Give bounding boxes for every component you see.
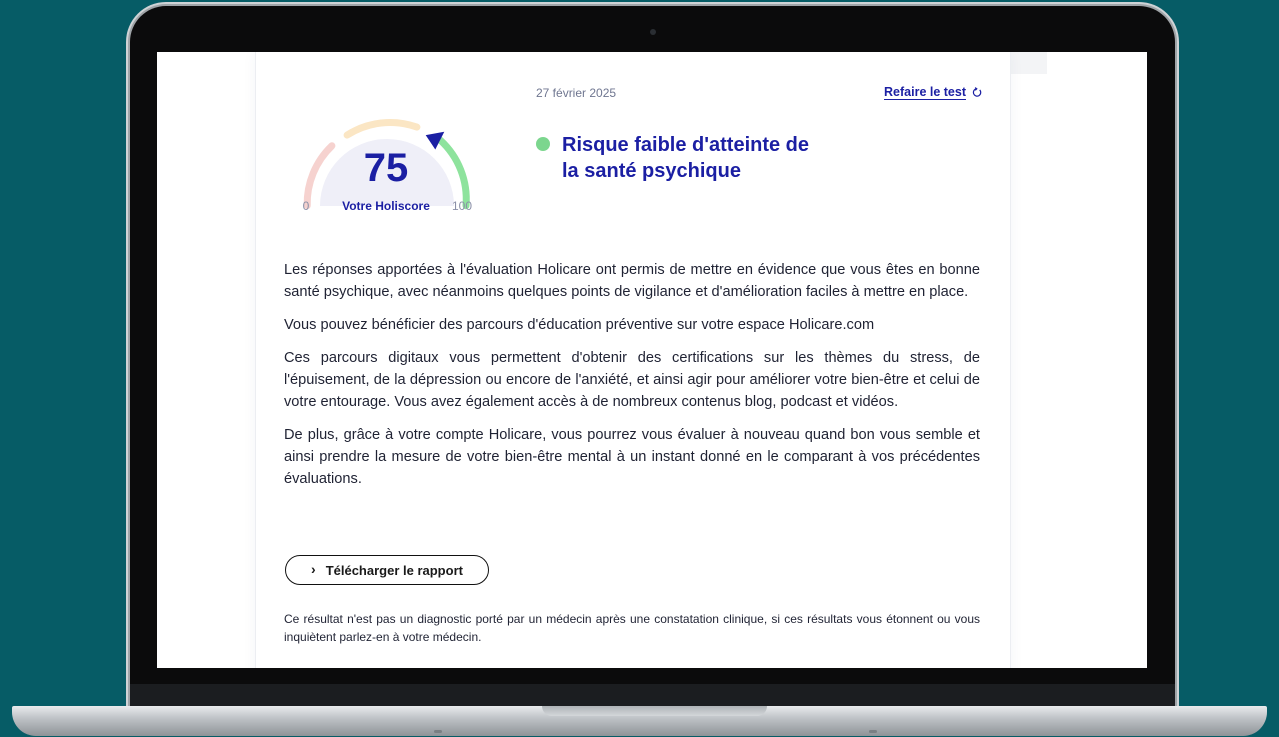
retake-test-link[interactable]: Refaire le test <box>884 85 982 99</box>
laptop-foot <box>869 730 877 733</box>
result-card: 75 0 Votre Holiscore 100 27 février 2025… <box>255 52 1011 668</box>
laptop-foot <box>434 730 442 733</box>
disclaimer: Ce résultat n'est pas un diagnostic port… <box>284 612 980 644</box>
scroll-area-edge <box>1009 52 1047 74</box>
download-label: Télécharger le rapport <box>325 562 463 578</box>
paragraph: Vous pouvez bénéficier des parcours d'éd… <box>284 317 875 333</box>
laptop-base <box>12 706 1267 736</box>
scale-min: 0 <box>303 199 310 213</box>
result-description: Les réponses apportées à l'évaluation Ho… <box>284 259 980 501</box>
laptop-frame: 75 0 Votre Holiscore 100 27 février 2025… <box>130 6 1175 711</box>
paragraph: Les réponses apportées à l'évaluation Ho… <box>284 262 980 300</box>
score-value: 75 <box>364 146 409 190</box>
paragraph: De plus, grâce à votre compte Holicare, … <box>284 427 980 487</box>
chevron-right-icon: › <box>311 561 316 577</box>
paragraph: Ces parcours digitaux vous permettent d'… <box>284 350 980 410</box>
retake-label: Refaire le test <box>884 85 966 99</box>
risk-title: Risque faible d'atteinte de la santé psy… <box>562 134 810 182</box>
score-label: Votre Holiscore <box>342 199 430 213</box>
holiscore-gauge: 75 0 Votre Holiscore 100 <box>303 119 472 213</box>
download-report-button[interactable]: › Télécharger le rapport <box>285 555 489 585</box>
scale-max: 100 <box>452 199 472 213</box>
risk-indicator: Risque faible d'atteinte de la santé psy… <box>536 132 822 184</box>
risk-status-dot <box>536 137 550 151</box>
screen: 75 0 Votre Holiscore 100 27 février 2025… <box>157 52 1147 668</box>
laptop-hinge-notch <box>542 706 767 716</box>
report-date: 27 février 2025 <box>536 86 617 100</box>
refresh-icon <box>972 86 982 97</box>
camera-icon <box>650 29 656 35</box>
